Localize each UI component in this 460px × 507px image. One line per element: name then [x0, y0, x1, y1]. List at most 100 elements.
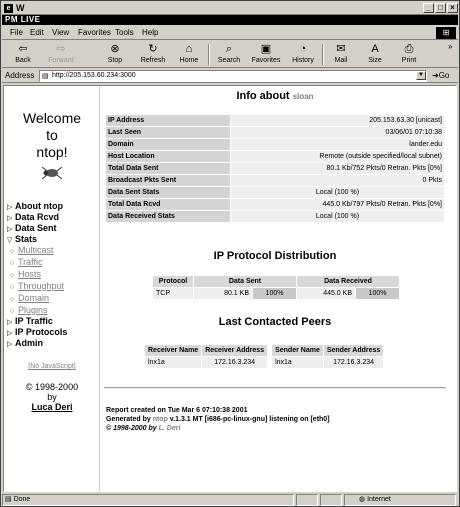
host-info-table: IP Address 205.153.63.30 [unicast] Last S…	[105, 114, 445, 223]
close-button[interactable]: ×	[447, 3, 458, 13]
address-label: Address	[5, 71, 35, 80]
triangle-right-icon: ▷	[7, 215, 13, 222]
menu-edit[interactable]: Edit	[30, 28, 44, 37]
address-dropdown-button[interactable]: ▼	[416, 71, 426, 80]
nav-data-rcvd[interactable]: ▷ Data Rcvd	[7, 212, 59, 222]
table-row: Broadcast Pkts Sent 0 Pkts	[106, 175, 444, 186]
deri-link[interactable]: L. Deri	[159, 425, 181, 432]
back-button[interactable]: ⇦ Back	[8, 42, 38, 67]
favorites-button[interactable]: ▣ Favorites	[248, 42, 284, 67]
printer-icon: ⎙	[404, 43, 414, 55]
go-button[interactable]: ➜Go	[432, 71, 449, 80]
history-button[interactable]: ◔ History	[288, 42, 318, 67]
status-bar: ▤ Done ◍ Internet	[2, 494, 458, 506]
peers-heading: Last Contacted Peers	[218, 316, 332, 328]
table-row: Data Sent Stats Local (100 %)	[106, 187, 444, 198]
home-icon: ⌂	[185, 43, 193, 55]
author-link[interactable]: Luca Deri	[4, 402, 100, 412]
window-title: W	[16, 3, 25, 13]
triangle-right-icon: ▷	[7, 226, 13, 233]
bullet-icon: ○	[10, 284, 15, 291]
stop-button[interactable]: ⊗ Stop	[102, 42, 128, 67]
left-navigation: Welcome to ntop! ▷ About ntop ▷ Data Rcvd …	[4, 86, 100, 491]
nav-about-ntop[interactable]: ▷ About ntop	[7, 201, 63, 211]
search-icon: ⌕	[225, 43, 233, 55]
nav-data-sent[interactable]: ▷ Data Sent	[7, 223, 57, 233]
table-row: Host Location Remote (outside specified/l…	[106, 151, 444, 162]
nav-admin[interactable]: ▷ Admin	[7, 338, 43, 348]
home-button[interactable]: ⌂ Home	[176, 42, 202, 67]
toolbar-chevron-icon[interactable]: »	[448, 42, 452, 51]
brand-strip: PM LIVE	[2, 15, 458, 25]
menu-help[interactable]: Help	[142, 28, 158, 37]
menu-bar: File Edit View Favorites Tools Help ⊞	[2, 26, 458, 40]
forward-arrow-icon: ⇨	[56, 43, 66, 55]
bullet-icon: ○	[10, 248, 15, 255]
report-footer: Report created on Tue Mar 6 07:10:38 200…	[106, 407, 330, 432]
triangle-down-icon: ▽	[7, 237, 13, 244]
brand-logo: PM LIVE	[5, 15, 41, 24]
stop-icon: ⊗	[110, 43, 120, 55]
triangle-right-icon: ▷	[7, 319, 13, 326]
history-icon: ◔	[299, 43, 307, 55]
table-row: Last Seen 03/06/01 07:10:38	[106, 127, 444, 138]
mail-button[interactable]: ✉ Mail	[328, 42, 354, 67]
triangle-right-icon: ▷	[7, 330, 13, 337]
nav-ip-protocols[interactable]: ▷ IP Protocols	[7, 327, 67, 337]
mail-icon: ✉	[336, 43, 346, 55]
title-bar: e W _ □ ×	[2, 2, 458, 15]
ntop-link[interactable]: ntop	[153, 416, 168, 423]
host-name: sloan	[292, 92, 314, 101]
print-button[interactable]: ⎙ Print	[396, 42, 422, 67]
minimize-button[interactable]: _	[423, 3, 434, 13]
page-done-icon: ▤	[5, 496, 14, 503]
menu-view[interactable]: View	[52, 28, 69, 37]
menu-favorites[interactable]: Favorites	[78, 28, 111, 37]
address-input[interactable]: ▤ http://205.153.60.234:3000	[39, 70, 427, 82]
windows-logo-icon: ⊞	[436, 27, 456, 39]
page-content: Welcome to ntop! ▷ About ntop ▷ Data Rcvd …	[3, 85, 457, 492]
maximize-button[interactable]: □	[435, 3, 446, 13]
triangle-right-icon: ▷	[7, 204, 13, 211]
nav-ip-traffic[interactable]: ▷ IP Traffic	[7, 316, 53, 326]
toolbar-separator	[322, 44, 324, 65]
ntop-logo-icon	[38, 164, 66, 182]
font-size-icon: A	[371, 43, 379, 55]
table-row: lnx1a 172.16.3.234 lnx1a 172.16.3.234	[145, 357, 384, 368]
table-row: TCP 80.1 KB 100% 445.0 KB 100%	[153, 288, 399, 299]
bullet-icon: ○	[10, 260, 15, 267]
nav-stats-traffic[interactable]: ○ Traffic	[10, 257, 43, 267]
size-button[interactable]: A Size	[362, 42, 388, 67]
table-row: Data Received Stats Local (100 %)	[106, 211, 444, 222]
peers-table: Receiver Name Receiver Address Sender Na…	[144, 344, 384, 369]
favorites-folder-icon: ▣	[260, 43, 272, 55]
no-javascript-link[interactable]: [No JavaScript]	[4, 363, 100, 370]
receiver-name-link[interactable]: lnx1a	[145, 357, 202, 368]
menu-tools[interactable]: Tools	[115, 28, 134, 37]
table-row: Domain lander.edu	[106, 139, 444, 150]
refresh-button[interactable]: ↻ Refresh	[138, 42, 168, 67]
divider	[104, 387, 446, 389]
search-button[interactable]: ⌕ Search	[214, 42, 244, 67]
zone-indicator: ◍ Internet	[344, 494, 456, 506]
address-url: http://205.153.60.234:3000	[52, 72, 136, 79]
main-panel: Info about sloan IP Address 205.153.63.30…	[104, 86, 446, 491]
toolbar-separator	[208, 44, 210, 65]
nav-stats[interactable]: ▽ Stats	[7, 234, 37, 244]
table-row: IP Address 205.153.63.30 [unicast]	[106, 115, 444, 126]
table-row: Total Data Rcvd 445.0 Kb/797 Pkts/0 Retra…	[106, 199, 444, 210]
table-header-row: Receiver Name Receiver Address Sender Na…	[145, 345, 384, 356]
nav-stats-hosts[interactable]: ○ Hosts	[10, 269, 41, 279]
nav-stats-throughput[interactable]: ○ Throughput	[10, 281, 64, 291]
forward-button[interactable]: ⇨ Forward	[44, 42, 78, 67]
globe-icon: ◍	[359, 496, 368, 503]
sender-name-link[interactable]: lnx1a	[272, 357, 323, 368]
bullet-icon: ○	[10, 296, 15, 303]
refresh-icon: ↻	[148, 43, 158, 55]
nav-stats-plugins[interactable]: ○ Plugins	[10, 305, 48, 315]
nav-stats-multicast[interactable]: ○ Multicast	[10, 245, 54, 255]
nav-stats-domain[interactable]: ○ Domain	[10, 293, 49, 303]
menu-file[interactable]: File	[10, 28, 23, 37]
browser-window: e W _ □ × PM LIVE File Edit View Favorit…	[0, 0, 460, 507]
go-arrow-icon: ➜	[432, 71, 439, 80]
